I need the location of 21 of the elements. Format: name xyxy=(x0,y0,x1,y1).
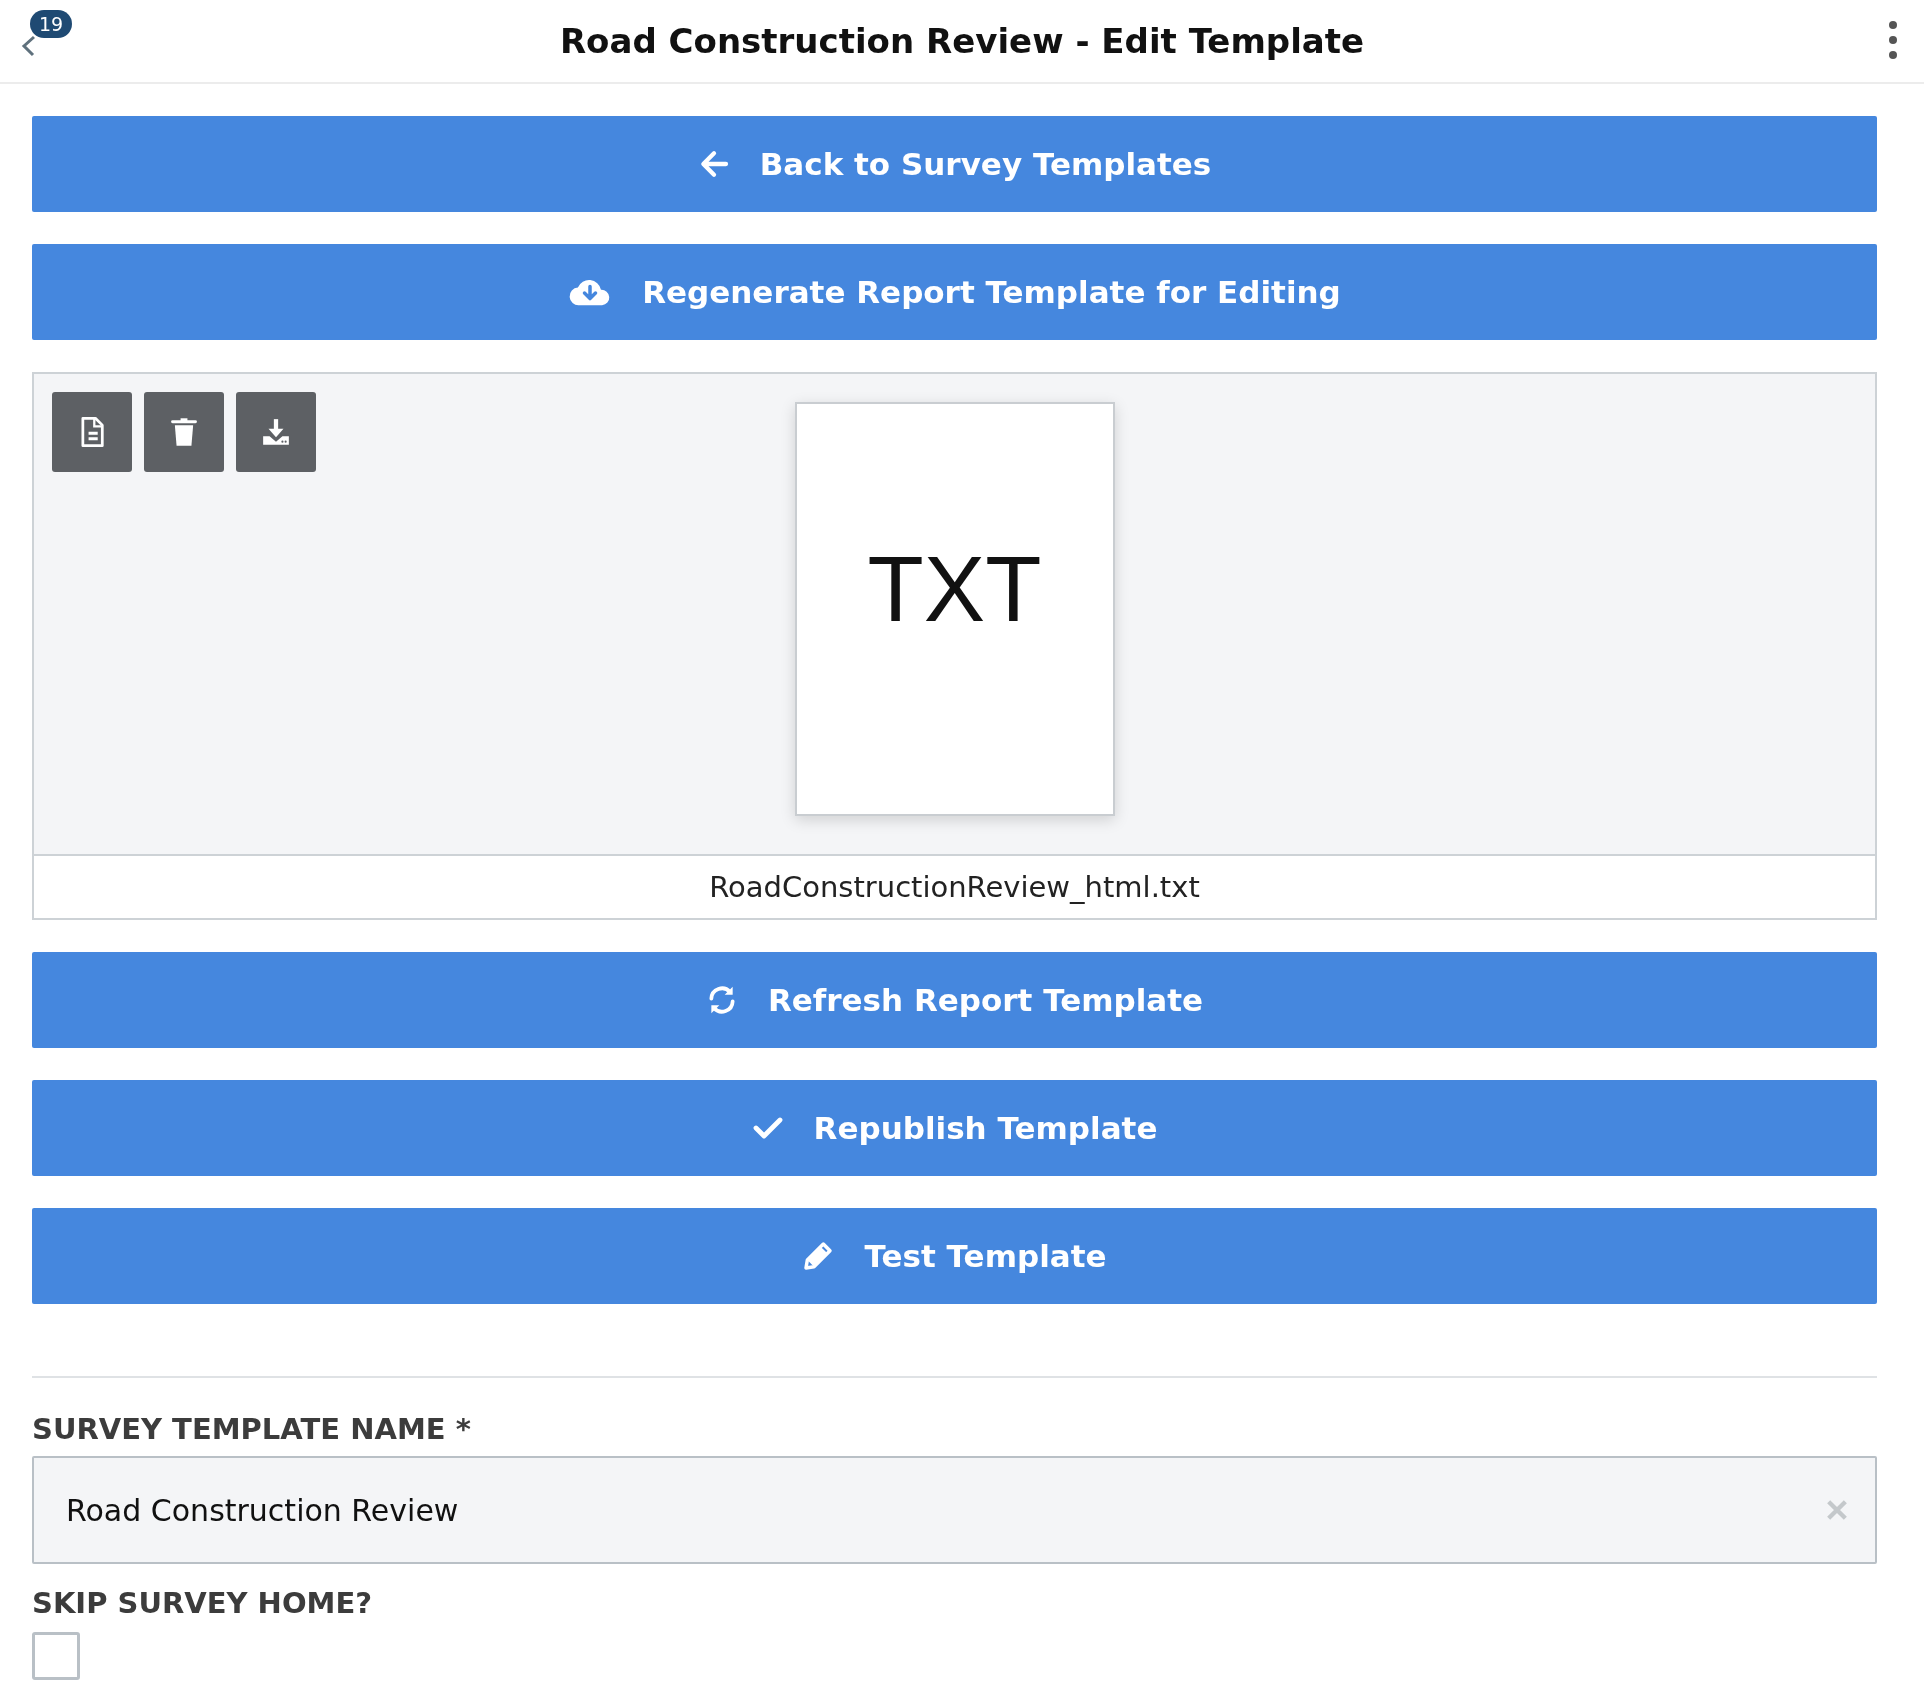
download-tool-button[interactable] xyxy=(236,392,316,472)
field-label: SKIP SURVEY HOME? xyxy=(32,1586,374,1620)
download-icon xyxy=(261,416,291,448)
field-label: SURVEY TEMPLATE NAME * xyxy=(32,1412,472,1446)
page-title: Road Construction Review - Edit Template xyxy=(559,21,1365,61)
pencil-icon xyxy=(802,1240,835,1272)
file-type-label: TXT xyxy=(867,536,1042,642)
action-button[interactable]: Test Template xyxy=(32,1208,1877,1304)
back-chevron-icon[interactable] xyxy=(21,33,37,59)
file-tool-button[interactable] xyxy=(52,392,132,472)
file-name: RoadConstructionReview_html.txt xyxy=(708,869,1201,906)
trash-icon xyxy=(169,416,199,448)
count-badge: 19 xyxy=(30,10,73,38)
trash-tool-button[interactable] xyxy=(144,392,224,472)
action-button[interactable]: Back to Survey Templates xyxy=(32,116,1877,212)
checkbox[interactable] xyxy=(32,1632,80,1680)
action-button[interactable]: Refresh Report Template xyxy=(32,952,1877,1048)
action-button[interactable]: Republish Template xyxy=(32,1080,1877,1176)
name-input-field[interactable]: Road Construction Review xyxy=(32,1456,1877,1564)
action-button[interactable]: Regenerate Report Template for Editing xyxy=(32,244,1877,340)
more-menu-icon[interactable] xyxy=(1888,20,1898,60)
